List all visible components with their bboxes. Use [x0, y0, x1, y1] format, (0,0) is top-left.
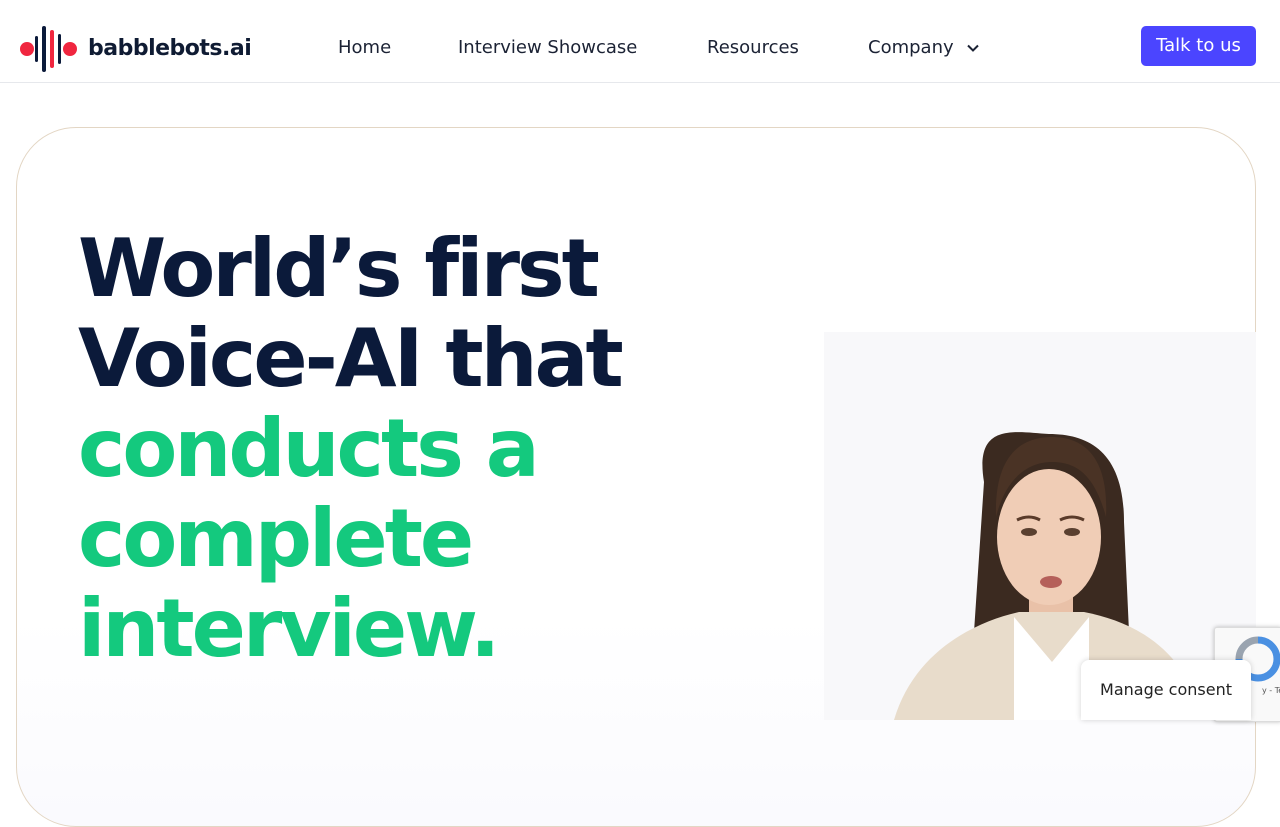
nav-interview-showcase[interactable]: Interview Showcase: [458, 34, 637, 62]
talk-to-us-button[interactable]: Talk to us: [1141, 26, 1256, 66]
headline-line-3: conducts a: [78, 402, 540, 495]
nav-company[interactable]: Company: [868, 34, 980, 62]
headline-line-5: interview.: [78, 582, 500, 675]
headline-line-2: Voice-AI that: [78, 312, 624, 405]
nav-home[interactable]: Home: [338, 34, 391, 62]
headline-line-1: World’s first: [78, 222, 600, 315]
chevron-down-icon: [967, 44, 980, 52]
nav-company-label: Company: [868, 37, 954, 58]
nav-resources[interactable]: Resources: [707, 34, 799, 62]
headline-line-4: complete: [78, 492, 474, 585]
babblebots-logo-icon: [20, 26, 77, 72]
recaptcha-terms-text[interactable]: y - Te: [1262, 686, 1280, 695]
manage-consent-button[interactable]: Manage consent: [1081, 660, 1251, 720]
hero-headline: World’s first Voice-AI that conducts a c…: [78, 224, 778, 674]
logo-text: babblebots.ai: [88, 36, 252, 61]
site-header: babblebots.ai Home Interview Showcase Re…: [0, 0, 1280, 83]
brand-logo[interactable]: babblebots.ai: [20, 26, 252, 72]
